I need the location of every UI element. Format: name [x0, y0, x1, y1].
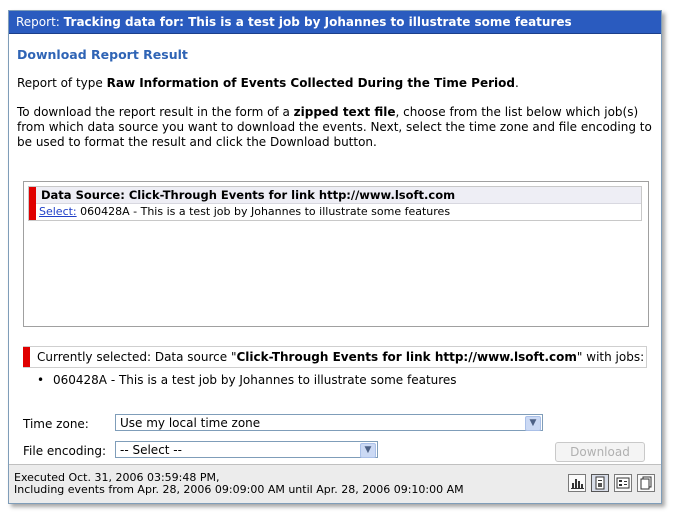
data-source-heading: Data Source: Click-Through Events for li… [36, 187, 641, 204]
selection-suffix: " with jobs: [576, 350, 645, 364]
events-range: Including events from Apr. 28, 2006 09:0… [14, 483, 464, 496]
chevron-down-icon[interactable]: ▼ [525, 416, 541, 431]
selected-job-item: • 060428A - This is a test job by Johanne… [23, 372, 647, 388]
bullet-icon: • [37, 373, 45, 387]
copy-icon[interactable] [637, 474, 655, 492]
encoding-value: -- Select -- [120, 443, 182, 457]
report-type-text: Report of type Raw Information of Events… [17, 76, 653, 91]
titlebar-prefix: Report: [16, 15, 60, 29]
data-source-list: Data Source: Click-Through Events for li… [23, 181, 649, 327]
data-source-job-text: 060428A - This is a test job by Johannes… [76, 205, 451, 218]
timezone-label: Time zone: [23, 417, 89, 431]
data-source-job-row: Select: 060428A - This is a test job by … [36, 204, 641, 219]
encoding-select[interactable]: -- Select -- ▼ [115, 441, 378, 458]
report-titlebar: Report: Tracking data for: This is a tes… [9, 11, 661, 34]
report-type-name: Raw Information of Events Collected Duri… [106, 76, 515, 90]
report-window: Report: Tracking data for: This is a tes… [8, 10, 662, 504]
current-selection-panel: Currently selected: Data source "Click-T… [23, 346, 647, 456]
report-title: Tracking data for: This is a test job by… [63, 15, 572, 29]
data-export-icon[interactable] [614, 474, 632, 492]
select-job-link[interactable]: Select: [39, 205, 77, 218]
data-source-item: Data Source: Click-Through Events for li… [28, 186, 642, 221]
report-icon[interactable] [591, 474, 609, 492]
download-button[interactable]: Download [555, 442, 645, 462]
selection-source-name: Click-Through Events for link http://www… [236, 350, 577, 364]
encoding-row: File encoding: -- Select -- ▼ [23, 441, 403, 461]
selection-marker [23, 347, 30, 367]
current-selection-line: Currently selected: Data source "Click-T… [23, 346, 647, 368]
selection-prefix: Currently selected: Data source " [37, 350, 237, 364]
timezone-row: Time zone: Use my local time zone ▼ [23, 414, 553, 434]
report-type-suffix: . [514, 76, 519, 90]
instructions-bold: zipped text file [293, 105, 396, 119]
report-footer: Executed Oct. 31, 2006 03:59:48 PM, Incl… [9, 464, 661, 503]
source-marker [29, 187, 36, 220]
execution-info: Executed Oct. 31, 2006 03:59:48 PM, Incl… [14, 472, 464, 496]
section-title: Download Report Result [17, 47, 188, 62]
timezone-value: Use my local time zone [120, 416, 261, 430]
bar-chart-icon[interactable] [568, 474, 586, 492]
timezone-select[interactable]: Use my local time zone ▼ [115, 414, 543, 431]
chevron-down-icon[interactable]: ▼ [360, 443, 376, 458]
instructions-part-1: To download the report result in the for… [17, 105, 294, 119]
main-content: Download Report Result Report of type Ra… [9, 47, 661, 150]
encoding-label: File encoding: [23, 444, 107, 458]
report-type-prefix: Report of type [17, 76, 107, 90]
view-toolbar [568, 474, 655, 492]
selected-job-text: 060428A - This is a test job by Johannes… [53, 373, 457, 387]
instructions-text: To download the report result in the for… [17, 105, 653, 150]
